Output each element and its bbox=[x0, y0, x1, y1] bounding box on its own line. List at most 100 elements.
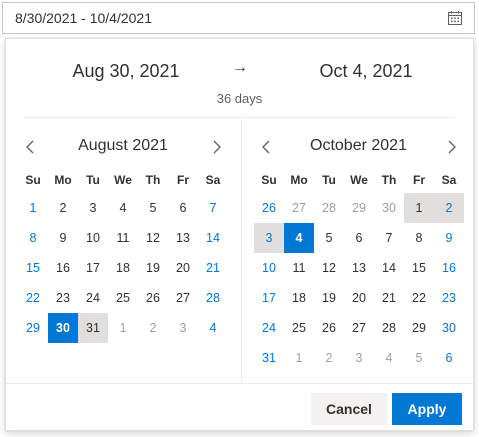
day-cell[interactable]: 14 bbox=[374, 253, 404, 283]
day-cell[interactable]: 28 bbox=[314, 193, 344, 223]
chevron-right-icon[interactable] bbox=[205, 133, 229, 161]
day-cell[interactable]: 6 bbox=[344, 223, 374, 253]
cancel-button[interactable]: Cancel bbox=[311, 393, 387, 425]
arrow-right-icon: → bbox=[232, 59, 248, 76]
day-cell[interactable]: 2 bbox=[138, 313, 168, 343]
day-cell[interactable]: 31 bbox=[254, 343, 284, 373]
day-cell[interactable]: 27 bbox=[344, 313, 374, 343]
date-range-value: 8/30/2021 - 10/4/2021 bbox=[15, 10, 153, 26]
day-cell[interactable]: 8 bbox=[18, 223, 48, 253]
day-cell[interactable]: 4 bbox=[108, 193, 138, 223]
day-cell-selected[interactable]: 30 bbox=[48, 313, 78, 343]
day-cell[interactable]: 16 bbox=[434, 253, 464, 283]
day-cell[interactable]: 22 bbox=[18, 283, 48, 313]
day-cell[interactable]: 11 bbox=[108, 223, 138, 253]
day-cell[interactable]: 5 bbox=[404, 343, 434, 373]
day-grid: Su Mo Tu We Th Fr Sa 26 27 28 29 30 1 2 3 4 5 6 7 8 9 10 11 12 1… bbox=[254, 169, 464, 373]
calendar-icon[interactable] bbox=[446, 9, 464, 27]
day-cell[interactable]: 15 bbox=[404, 253, 434, 283]
day-cell[interactable]: 25 bbox=[108, 283, 138, 313]
day-cell[interactable]: 30 bbox=[374, 193, 404, 223]
day-cell[interactable]: 26 bbox=[254, 193, 284, 223]
day-cell[interactable]: 13 bbox=[344, 253, 374, 283]
day-cell[interactable]: 2 bbox=[314, 343, 344, 373]
day-cell[interactable]: 28 bbox=[198, 283, 228, 313]
day-cell[interactable]: 3 bbox=[254, 223, 284, 253]
day-cell[interactable]: 29 bbox=[404, 313, 434, 343]
day-cell[interactable]: 19 bbox=[138, 253, 168, 283]
day-cell[interactable]: 1 bbox=[404, 193, 434, 223]
day-cell[interactable]: 2 bbox=[434, 193, 464, 223]
day-cell[interactable]: 12 bbox=[138, 223, 168, 253]
day-cell[interactable]: 3 bbox=[344, 343, 374, 373]
day-cell[interactable]: 17 bbox=[254, 283, 284, 313]
day-cell[interactable]: 15 bbox=[18, 253, 48, 283]
day-cell[interactable]: 5 bbox=[314, 223, 344, 253]
day-cell[interactable]: 29 bbox=[18, 313, 48, 343]
day-cell[interactable]: 22 bbox=[404, 283, 434, 313]
week-row: 31 1 2 3 4 5 6 bbox=[254, 343, 464, 373]
day-cell[interactable]: 24 bbox=[254, 313, 284, 343]
day-cell[interactable]: 24 bbox=[78, 283, 108, 313]
day-cell[interactable]: 29 bbox=[344, 193, 374, 223]
footer-divider bbox=[6, 383, 473, 384]
week-row: 17 18 19 20 21 22 23 bbox=[254, 283, 464, 313]
weekday-label: Mo bbox=[54, 173, 72, 187]
day-cell[interactable]: 2 bbox=[48, 193, 78, 223]
day-cell[interactable]: 9 bbox=[48, 223, 78, 253]
day-cell[interactable]: 8 bbox=[404, 223, 434, 253]
day-cell[interactable]: 4 bbox=[198, 313, 228, 343]
day-cell[interactable]: 1 bbox=[108, 313, 138, 343]
day-cell[interactable]: 23 bbox=[48, 283, 78, 313]
day-cell[interactable]: 31 bbox=[78, 313, 108, 343]
apply-button[interactable]: Apply bbox=[392, 393, 462, 425]
day-grid: Su Mo Tu We Th Fr Sa 1 2 3 4 5 6 7 8 9 10 11 12 13 14 15 16 17 1… bbox=[18, 169, 228, 343]
day-cell[interactable]: 7 bbox=[198, 193, 228, 223]
day-cell[interactable]: 6 bbox=[168, 193, 198, 223]
day-cell[interactable]: 28 bbox=[374, 313, 404, 343]
day-cell[interactable]: 14 bbox=[198, 223, 228, 253]
weekday-label: Sa bbox=[205, 173, 221, 187]
day-cell[interactable]: 5 bbox=[138, 193, 168, 223]
day-cell[interactable]: 26 bbox=[138, 283, 168, 313]
day-cell[interactable]: 27 bbox=[168, 283, 198, 313]
day-cell[interactable]: 13 bbox=[168, 223, 198, 253]
day-cell[interactable]: 18 bbox=[284, 283, 314, 313]
chevron-right-icon[interactable] bbox=[440, 133, 464, 161]
day-cell[interactable]: 20 bbox=[344, 283, 374, 313]
day-cell[interactable]: 25 bbox=[284, 313, 314, 343]
day-cell-selected[interactable]: 4 bbox=[284, 223, 314, 253]
day-cell[interactable]: 10 bbox=[254, 253, 284, 283]
chevron-left-icon[interactable] bbox=[254, 133, 278, 161]
day-cell[interactable]: 1 bbox=[18, 193, 48, 223]
day-cell[interactable]: 21 bbox=[198, 253, 228, 283]
weekday-label: Th bbox=[381, 173, 397, 187]
day-cell[interactable]: 11 bbox=[284, 253, 314, 283]
day-cell[interactable]: 16 bbox=[48, 253, 78, 283]
day-cell[interactable]: 1 bbox=[284, 343, 314, 373]
day-cell[interactable]: 4 bbox=[374, 343, 404, 373]
day-cell[interactable]: 3 bbox=[168, 313, 198, 343]
week-row: 3456789 bbox=[254, 223, 464, 253]
day-cell[interactable]: 21 bbox=[374, 283, 404, 313]
day-cell[interactable]: 30 bbox=[434, 313, 464, 343]
range-summary: Aug 30, 2021 → Oct 4, 2021 36 days bbox=[6, 39, 473, 117]
day-cell[interactable]: 6 bbox=[434, 343, 464, 373]
day-cell[interactable]: 19 bbox=[314, 283, 344, 313]
day-cell[interactable]: 3 bbox=[78, 193, 108, 223]
day-cell[interactable]: 26 bbox=[314, 313, 344, 343]
day-cell[interactable]: 23 bbox=[434, 283, 464, 313]
date-range-input[interactable]: 8/30/2021 - 10/4/2021 bbox=[2, 2, 475, 34]
day-cell[interactable]: 7 bbox=[374, 223, 404, 253]
chevron-left-icon[interactable] bbox=[18, 133, 42, 161]
day-cell[interactable]: 20 bbox=[168, 253, 198, 283]
week-row: 22 23 24 25 26 27 28 bbox=[18, 283, 228, 313]
day-cell[interactable]: 12 bbox=[314, 253, 344, 283]
week-row: 8 9 10 11 12 13 14 bbox=[18, 223, 228, 253]
day-cell[interactable]: 17 bbox=[78, 253, 108, 283]
range-end-date: Oct 4, 2021 bbox=[319, 61, 413, 81]
day-cell[interactable]: 18 bbox=[108, 253, 138, 283]
day-cell[interactable]: 9 bbox=[434, 223, 464, 253]
day-cell[interactable]: 27 bbox=[284, 193, 314, 223]
day-cell[interactable]: 10 bbox=[78, 223, 108, 253]
